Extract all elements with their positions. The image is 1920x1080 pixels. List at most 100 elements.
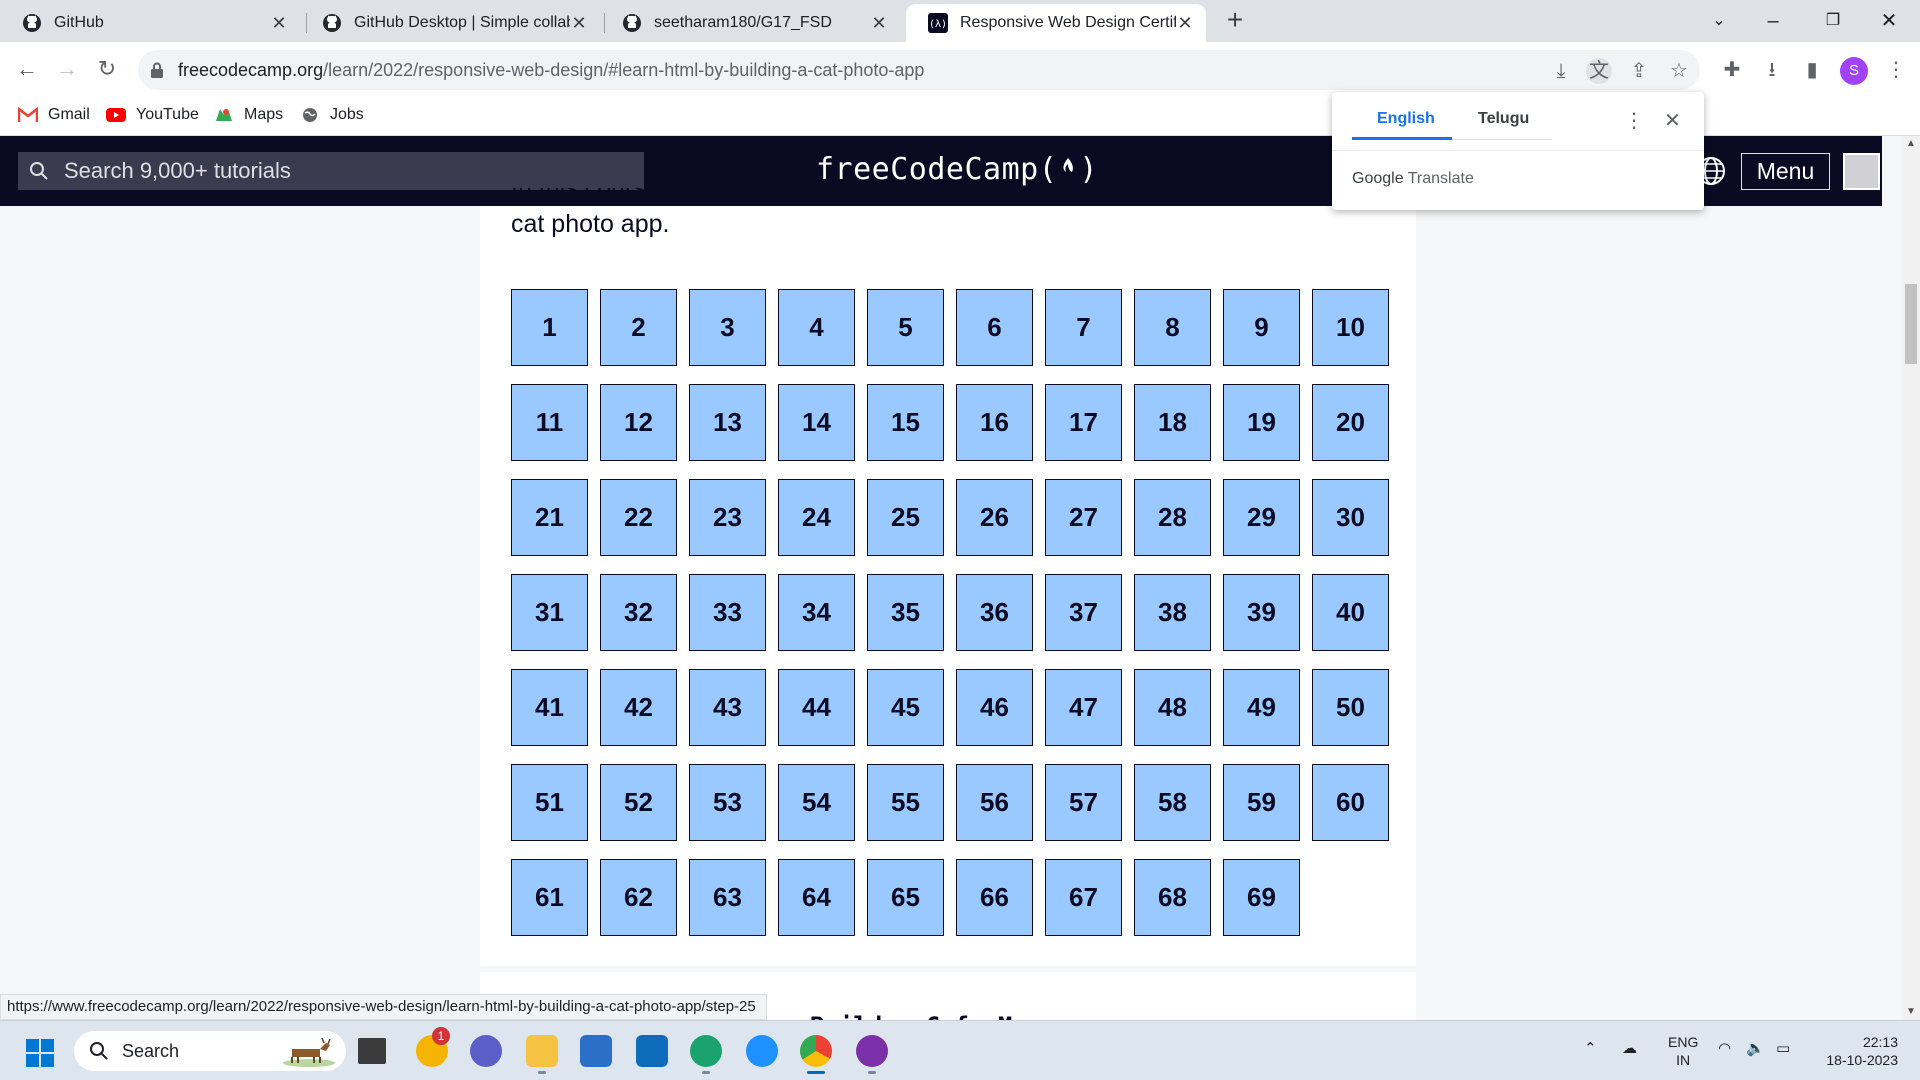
step-button[interactable]: 42 xyxy=(600,669,677,746)
side-panel-icon[interactable]: ▮ xyxy=(1798,56,1826,84)
outlook-icon[interactable] xyxy=(636,1035,668,1067)
step-button[interactable]: 46 xyxy=(956,669,1033,746)
bookmark-star-icon[interactable]: ☆ xyxy=(1666,58,1692,84)
step-button[interactable]: 59 xyxy=(1223,764,1300,841)
step-button[interactable]: 12 xyxy=(600,384,677,461)
forward-button[interactable]: → xyxy=(50,52,84,86)
browser-tab-github-desktop[interactable]: GitHub Desktop | Simple collabo ✕ xyxy=(300,4,600,42)
step-button[interactable]: 25 xyxy=(867,479,944,556)
step-button[interactable]: 50 xyxy=(1312,669,1389,746)
step-button[interactable]: 3 xyxy=(689,289,766,366)
step-button[interactable]: 48 xyxy=(1134,669,1211,746)
show-hidden-icons-chevron-icon[interactable]: ⌃ xyxy=(1584,1039,1597,1057)
page-scrollbar[interactable]: ▲ ▼ xyxy=(1902,136,1920,1020)
browser-tab-responsive-web-design[interactable]: (λ) Responsive Web Design Certifica ✕ xyxy=(906,4,1206,42)
step-button[interactable]: 60 xyxy=(1312,764,1389,841)
step-button[interactable]: 20 xyxy=(1312,384,1389,461)
step-button[interactable]: 38 xyxy=(1134,574,1211,651)
scroll-up-icon[interactable]: ▲ xyxy=(1902,136,1920,152)
profile-avatar[interactable]: S xyxy=(1840,57,1868,85)
step-button[interactable]: 34 xyxy=(778,574,855,651)
translate-tab-english[interactable]: English xyxy=(1377,110,1435,128)
step-button[interactable]: 54 xyxy=(778,764,855,841)
step-button[interactable]: 2 xyxy=(600,289,677,366)
browser-tab-repo[interactable]: seetharam180/G17_FSD ✕ xyxy=(600,4,900,42)
step-button[interactable]: 24 xyxy=(778,479,855,556)
step-button[interactable]: 18 xyxy=(1134,384,1211,461)
bookmark-jobs[interactable]: Jobs xyxy=(300,106,364,124)
input-language[interactable]: ENG IN xyxy=(1668,1033,1698,1069)
new-tab-button[interactable]: + xyxy=(1220,6,1250,36)
step-button[interactable]: 5 xyxy=(867,289,944,366)
step-button[interactable]: 56 xyxy=(956,764,1033,841)
teams-chat-icon[interactable] xyxy=(470,1035,502,1067)
step-button[interactable]: 39 xyxy=(1223,574,1300,651)
step-button[interactable]: 52 xyxy=(600,764,677,841)
github-desktop-icon[interactable] xyxy=(856,1035,888,1067)
battery-icon[interactable]: ▭ xyxy=(1776,1039,1790,1057)
step-button[interactable]: 58 xyxy=(1134,764,1211,841)
step-button[interactable]: 62 xyxy=(600,859,677,936)
step-button[interactable]: 15 xyxy=(867,384,944,461)
close-tab-icon[interactable]: ✕ xyxy=(870,13,888,34)
vscode-icon[interactable] xyxy=(746,1035,778,1067)
fcc-logo[interactable]: freeCodeCamp() xyxy=(816,152,1098,187)
step-button[interactable]: 43 xyxy=(689,669,766,746)
step-button[interactable]: 29 xyxy=(1223,479,1300,556)
close-window-button[interactable]: ✕ xyxy=(1866,6,1912,36)
step-button[interactable]: 57 xyxy=(1045,764,1122,841)
step-button[interactable]: 68 xyxy=(1134,859,1211,936)
step-button[interactable]: 35 xyxy=(867,574,944,651)
step-button[interactable]: 28 xyxy=(1134,479,1211,556)
lock-icon[interactable] xyxy=(150,62,164,78)
reload-button[interactable]: ↻ xyxy=(90,52,124,86)
step-button[interactable]: 17 xyxy=(1045,384,1122,461)
bookmark-youtube[interactable]: YouTube xyxy=(106,106,199,124)
user-avatar[interactable] xyxy=(1843,153,1880,190)
wifi-icon[interactable]: ◠ xyxy=(1718,1039,1731,1057)
step-button[interactable]: 63 xyxy=(689,859,766,936)
bookmark-gmail[interactable]: Gmail xyxy=(18,106,90,124)
step-button[interactable]: 44 xyxy=(778,669,855,746)
step-button[interactable]: 4 xyxy=(778,289,855,366)
browser-tab-github[interactable]: GitHub ✕ xyxy=(0,4,300,42)
taskbar-clock[interactable]: 22:13 18-10-2023 xyxy=(1808,1033,1898,1069)
scroll-down-icon[interactable]: ▼ xyxy=(1902,1004,1920,1020)
edge-browser-icon[interactable] xyxy=(690,1035,722,1067)
step-button[interactable]: 13 xyxy=(689,384,766,461)
tab-search-chevron-icon[interactable]: ⌄ xyxy=(1696,6,1742,36)
step-button[interactable]: 37 xyxy=(1045,574,1122,651)
step-button[interactable]: 69 xyxy=(1223,859,1300,936)
step-button[interactable]: 31 xyxy=(511,574,588,651)
volume-icon[interactable]: 🔈 xyxy=(1746,1039,1765,1057)
step-button[interactable]: 65 xyxy=(867,859,944,936)
step-button[interactable]: 6 xyxy=(956,289,1033,366)
step-button[interactable]: 67 xyxy=(1045,859,1122,936)
step-button[interactable]: 27 xyxy=(1045,479,1122,556)
step-button[interactable]: 10 xyxy=(1312,289,1389,366)
step-button[interactable]: 45 xyxy=(867,669,944,746)
step-button[interactable]: 66 xyxy=(956,859,1033,936)
fcc-menu-button[interactable]: Menu xyxy=(1741,153,1830,190)
step-button[interactable]: 11 xyxy=(511,384,588,461)
step-button[interactable]: 51 xyxy=(511,764,588,841)
fcc-search-input[interactable]: Search 9,000+ tutorials xyxy=(18,152,644,190)
close-tab-icon[interactable]: ✕ xyxy=(1176,13,1194,34)
step-button[interactable]: 21 xyxy=(511,479,588,556)
step-button[interactable]: 41 xyxy=(511,669,588,746)
step-button[interactable]: 53 xyxy=(689,764,766,841)
step-button[interactable]: 1 xyxy=(511,289,588,366)
share-icon[interactable]: ⇪ xyxy=(1626,58,1652,84)
onedrive-cloud-icon[interactable]: ☁ xyxy=(1622,1039,1637,1057)
step-button[interactable]: 32 xyxy=(600,574,677,651)
translate-tab-telugu[interactable]: Telugu xyxy=(1478,110,1529,128)
step-button[interactable]: 16 xyxy=(956,384,1033,461)
close-tab-icon[interactable]: ✕ xyxy=(570,13,588,34)
step-button[interactable]: 49 xyxy=(1223,669,1300,746)
scrollbar-thumb[interactable] xyxy=(1905,284,1917,364)
step-button[interactable]: 9 xyxy=(1223,289,1300,366)
close-tab-icon[interactable]: ✕ xyxy=(270,13,288,34)
close-icon[interactable]: ✕ xyxy=(1664,108,1681,133)
step-button[interactable]: 64 xyxy=(778,859,855,936)
taskbar-search[interactable]: Search xyxy=(74,1031,346,1071)
